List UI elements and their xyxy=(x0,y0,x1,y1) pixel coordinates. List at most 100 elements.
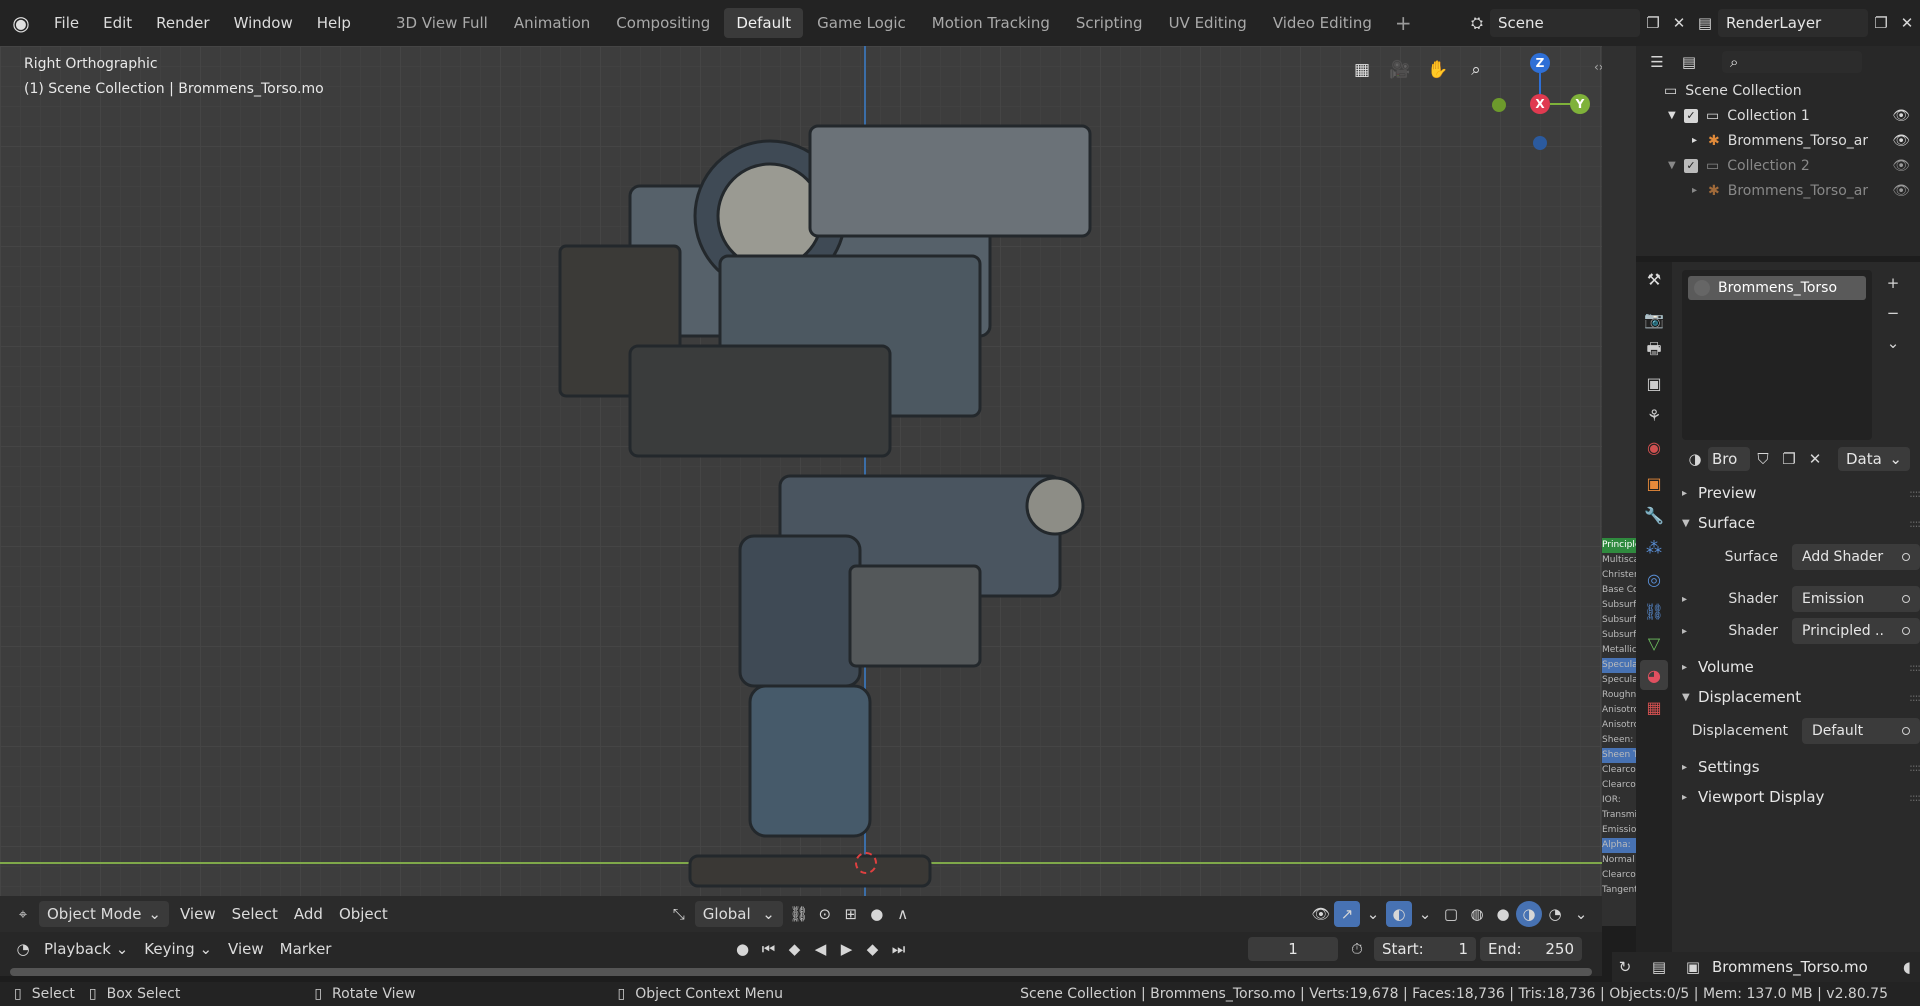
outliner-row-armature-2[interactable]: ▸ ✱ Brommens_Torso_arm 👁 xyxy=(1636,178,1920,203)
blender-logo-icon[interactable]: ◉ xyxy=(0,0,42,46)
renderlayer-field[interactable]: RenderLayer xyxy=(1718,9,1868,37)
scene-selector-icon[interactable]: ⛭ xyxy=(1464,10,1490,36)
scene-collection-row[interactable]: ▭ Scene Collection xyxy=(1636,78,1920,103)
new-renderlayer-icon[interactable]: ❐ xyxy=(1868,10,1894,36)
current-frame-field[interactable]: 1 xyxy=(1248,937,1338,961)
timeline-view-menu[interactable]: View xyxy=(220,936,272,962)
timeline-scrollbar[interactable] xyxy=(10,968,1592,976)
delete-renderlayer-icon[interactable]: ✕ xyxy=(1894,10,1920,36)
tab-motion-tracking[interactable]: Motion Tracking xyxy=(920,8,1062,38)
render-tab-icon[interactable]: 📷 xyxy=(1640,304,1668,334)
expand-icon[interactable]: ▸ xyxy=(1682,594,1698,605)
rendered-shading-icon[interactable]: ◔ xyxy=(1542,901,1568,927)
pan-hand-icon[interactable]: ✋ xyxy=(1422,54,1454,86)
menu-edit[interactable]: Edit xyxy=(91,0,144,46)
timeline-playback-menu[interactable]: Playback ⌄ xyxy=(36,936,136,962)
grip-icon[interactable]: :::: xyxy=(1909,487,1920,500)
menu-file[interactable]: File xyxy=(42,0,91,46)
material-slot-list[interactable]: Brommens_Torso xyxy=(1682,270,1872,440)
pin-icon[interactable]: ◖ xyxy=(1894,954,1920,980)
chevron-down-icon[interactable]: ⌄ xyxy=(1412,901,1438,927)
scene-field[interactable]: Scene xyxy=(1490,9,1640,37)
section-viewport-display[interactable]: ▸ Viewport Display:::: xyxy=(1682,782,1920,812)
header-menu-add[interactable]: Add xyxy=(286,901,331,927)
unlink-material-icon[interactable]: ✕ xyxy=(1802,446,1828,472)
particles-tab-icon[interactable]: ⁂ xyxy=(1640,532,1668,562)
falloff-icon[interactable]: ∧ xyxy=(890,901,916,927)
outliner-editor-icon[interactable]: ☰ xyxy=(1644,49,1670,75)
node-editor-sliver[interactable]: Principle Multiscat Christens Base Col S… xyxy=(1602,46,1636,926)
outliner-row-armature-1[interactable]: ▸ ✱ Brommens_Torso_arm 👁 xyxy=(1636,128,1920,153)
renderlayer-selector-icon[interactable]: ▤ xyxy=(1692,10,1718,36)
add-workspace-button[interactable]: + xyxy=(1385,11,1422,35)
wireframe-shading-icon[interactable]: ◍ xyxy=(1464,901,1490,927)
zoom-icon[interactable]: ⌕ xyxy=(1460,54,1492,86)
robot-model[interactable] xyxy=(520,96,1160,926)
solid-shading-icon[interactable]: ● xyxy=(1490,901,1516,927)
view-layer-tab-icon[interactable]: ▣ xyxy=(1640,368,1668,398)
object-mode-dropdown[interactable]: Object Mode ⌄ xyxy=(39,901,169,927)
orientation-dropdown[interactable]: Global ⌄ xyxy=(694,901,783,927)
checkbox-icon[interactable]: ✓ xyxy=(1684,158,1698,173)
header-menu-select[interactable]: Select xyxy=(224,901,286,927)
grid-view-icon[interactable]: ▦ xyxy=(1346,54,1378,86)
expand-icon[interactable]: ▼ xyxy=(1668,160,1684,171)
tab-scripting[interactable]: Scripting xyxy=(1064,8,1155,38)
grip-icon[interactable]: :::: xyxy=(1909,661,1920,674)
scene-tab-icon[interactable]: ⚘ xyxy=(1640,400,1668,430)
xray-toggle-icon[interactable]: ▢ xyxy=(1438,901,1464,927)
grip-icon[interactable]: :::: xyxy=(1909,517,1920,530)
expand-icon[interactable]: ▼ xyxy=(1668,110,1684,121)
play-reverse-icon[interactable]: ◀ xyxy=(807,936,833,962)
jump-start-icon[interactable]: ⏮ xyxy=(755,936,781,962)
remove-slot-icon[interactable]: − xyxy=(1880,300,1906,326)
constraints-tab-icon[interactable]: ⛓ xyxy=(1640,596,1668,626)
start-frame-field[interactable]: Start: 1 xyxy=(1374,937,1476,961)
tab-game-logic[interactable]: Game Logic xyxy=(805,8,918,38)
section-displacement[interactable]: ▼ Displacement:::: xyxy=(1682,682,1920,712)
jump-end-icon[interactable]: ⏭ xyxy=(885,936,911,962)
slot-menu-icon[interactable]: ⌄ xyxy=(1880,330,1906,356)
end-frame-field[interactable]: End: 250 xyxy=(1480,937,1582,961)
display-mode-icon[interactable]: ▤ xyxy=(1676,49,1702,75)
gizmo-toggle-icon[interactable]: ↗ xyxy=(1334,901,1360,927)
tab-compositing[interactable]: Compositing xyxy=(604,8,722,38)
expand-icon[interactable]: ▸ xyxy=(1682,626,1698,637)
prev-keyframe-icon[interactable]: ◆ xyxy=(781,936,807,962)
timeline-editor-icon[interactable]: ◔ xyxy=(10,936,36,962)
material-shading-icon[interactable]: ◑ xyxy=(1516,901,1542,927)
timeline-marker-menu[interactable]: Marker xyxy=(272,936,340,962)
output-tab-icon[interactable]: 🖶 xyxy=(1640,336,1668,366)
physics-tab-icon[interactable]: ◎ xyxy=(1640,564,1668,594)
pivot-point-icon[interactable]: ⛓ xyxy=(786,901,812,927)
snap-icon[interactable]: ⊙ xyxy=(812,901,838,927)
chevron-down-icon[interactable]: ⌄ xyxy=(1568,901,1594,927)
expand-icon[interactable]: ▸ xyxy=(1692,135,1708,146)
material-tab-icon[interactable]: ◕ xyxy=(1640,660,1668,690)
duplicate-material-icon[interactable]: ❐ xyxy=(1776,446,1802,472)
visibility-icon[interactable]: 👁 xyxy=(1308,901,1334,927)
grip-icon[interactable]: :::: xyxy=(1909,791,1920,804)
menu-help[interactable]: Help xyxy=(305,0,363,46)
shader-field[interactable]: Principled .. xyxy=(1792,618,1920,644)
shader-field[interactable]: Emission xyxy=(1792,586,1920,612)
displacement-field[interactable]: Default xyxy=(1802,718,1920,744)
3d-viewport[interactable]: Right Orthographic (1) Scene Collection … xyxy=(0,46,1602,926)
grip-icon[interactable]: :::: xyxy=(1909,761,1920,774)
outliner-row-collection-2[interactable]: ▼ ✓ ▭ Collection 2 👁 xyxy=(1636,153,1920,178)
menu-window[interactable]: Window xyxy=(222,0,305,46)
next-keyframe-icon[interactable]: ◆ xyxy=(859,936,885,962)
checkbox-icon[interactable]: ✓ xyxy=(1684,108,1698,123)
record-icon[interactable]: ● xyxy=(729,936,755,962)
add-slot-icon[interactable]: + xyxy=(1880,270,1906,296)
gizmo-neg-z[interactable] xyxy=(1533,136,1547,150)
snap-target-icon[interactable]: ⊞ xyxy=(838,901,864,927)
timer-icon[interactable]: ⏱ xyxy=(1344,936,1370,962)
tab-animation[interactable]: Animation xyxy=(502,8,602,38)
eye-icon[interactable]: 👁 xyxy=(1892,108,1910,124)
properties-editor-icon[interactable]: ▤ xyxy=(1646,954,1672,980)
collapse-sidebar-icon[interactable]: ‹› xyxy=(1594,60,1602,74)
timeline-keying-menu[interactable]: Keying ⌄ xyxy=(136,936,220,962)
tab-video-editing[interactable]: Video Editing xyxy=(1261,8,1384,38)
link-dropdown[interactable]: Data ⌄ xyxy=(1838,447,1910,471)
